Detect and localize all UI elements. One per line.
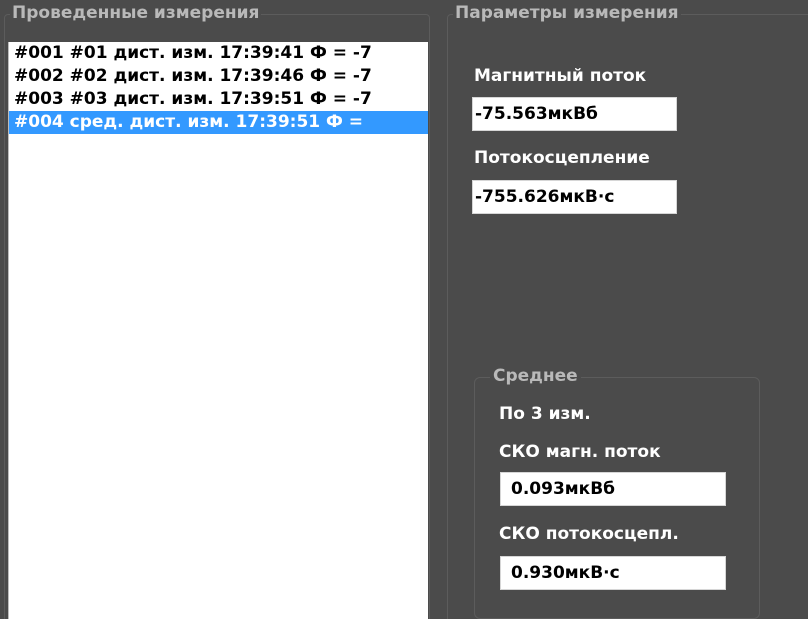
- magnetic-flux-field[interactable]: -75.563мкВб: [472, 97, 677, 131]
- flux-linkage-label: Потокосцепление: [474, 148, 650, 168]
- sko-flux-label: СКО магн. поток: [499, 442, 661, 462]
- measurement-window: Проведенные измерения #001 #01 дист. изм…: [0, 0, 808, 619]
- sko-linkage-label: СКО потокосцепл.: [499, 524, 679, 544]
- params-group-title: Параметры измерения: [453, 3, 681, 23]
- magnetic-flux-label: Магнитный поток: [474, 66, 647, 86]
- flux-linkage-field[interactable]: -755.626мкВ·с: [472, 180, 677, 214]
- sko-flux-field[interactable]: 0.093мкВб: [500, 472, 726, 506]
- sko-linkage-field[interactable]: 0.930мкВ·с: [500, 556, 726, 590]
- list-item[interactable]: #002 #02 дист. изм. 17:39:46 Ф = -7: [9, 65, 428, 88]
- list-item[interactable]: #001 #01 дист. изм. 17:39:41 Ф = -7: [9, 42, 428, 65]
- average-group-title: Среднее: [490, 365, 581, 387]
- measurements-list[interactable]: #001 #01 дист. изм. 17:39:41 Ф = -7 #002…: [8, 42, 428, 619]
- list-item-selected[interactable]: #004 сред. дист. изм. 17:39:51 Ф =: [9, 111, 428, 134]
- measurements-group-title: Проведенные измерения: [10, 3, 262, 23]
- list-item[interactable]: #003 #03 дист. изм. 17:39:51 Ф = -7: [9, 88, 428, 111]
- average-count-label: По 3 изм.: [499, 404, 591, 424]
